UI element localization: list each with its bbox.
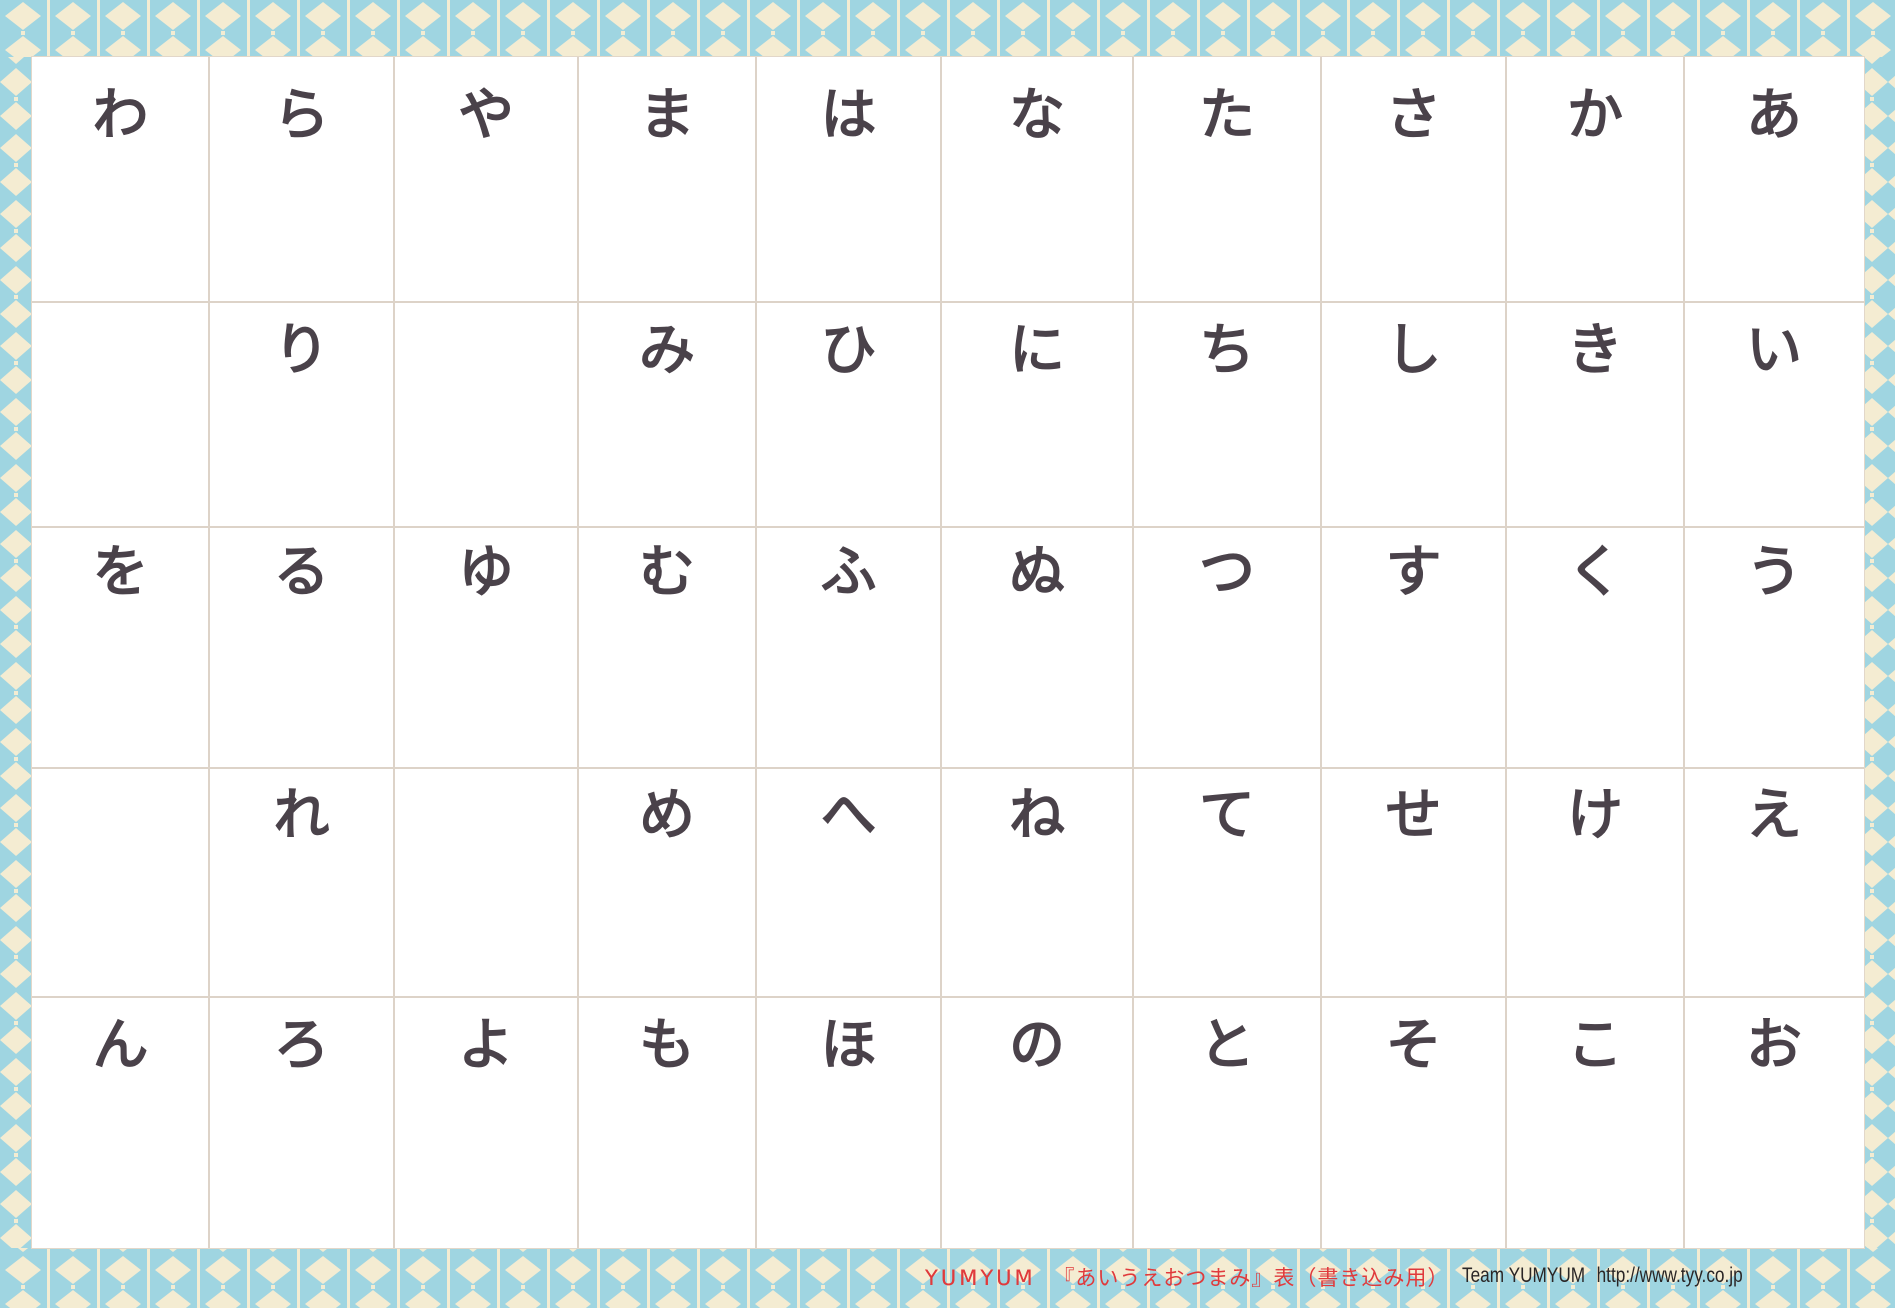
kana-character: お [1746, 1012, 1802, 1078]
kana-character: み [639, 317, 695, 383]
kana-character: に [1009, 317, 1065, 383]
kana-character: そ [1385, 1012, 1442, 1078]
kana-character: す [1385, 539, 1442, 605]
hiragana-chart-panel: わをん らりるれろ やゆよ まみむめも はひふへほ なにぬねの たちつてと さしすせそ かきくけ… [32, 57, 1864, 1248]
kana-character: よ [458, 1012, 514, 1078]
kana-character: ほ [820, 1012, 877, 1078]
chart-cell[interactable] [32, 768, 209, 997]
kana-character: ぬ [1009, 539, 1065, 605]
kana-character: り [273, 317, 330, 383]
kana-character: せ [1385, 782, 1442, 848]
kana-character: さ [1385, 82, 1442, 148]
kana-character: ゆ [458, 539, 514, 605]
chart-cell[interactable] [394, 302, 578, 527]
kana-character: て [1199, 782, 1255, 848]
kana-character: め [639, 782, 695, 848]
kana-character: も [639, 1012, 695, 1078]
kana-character: あ [1746, 82, 1802, 148]
chart-cell[interactable] [32, 302, 209, 527]
kana-character: や [458, 82, 514, 148]
kana-character: わ [92, 82, 149, 148]
kana-character: こ [1567, 1012, 1623, 1078]
kana-character: え [1746, 782, 1802, 848]
kana-character: ろ [273, 1012, 330, 1078]
website-link[interactable]: http://www.tyy.co.jp [1597, 1264, 1743, 1287]
kana-character: の [1009, 1012, 1065, 1078]
kana-character: た [1199, 82, 1255, 148]
kana-character: ら [273, 82, 330, 148]
kana-character: か [1567, 82, 1623, 148]
kana-character: と [1199, 1012, 1255, 1078]
kana-character: く [1567, 539, 1623, 605]
kana-character: ね [1009, 782, 1065, 848]
kana-character: ち [1199, 317, 1255, 383]
kana-character: む [639, 539, 695, 605]
kana-character: ひ [820, 317, 877, 383]
kana-character: は [820, 82, 877, 148]
kana-character: い [1746, 317, 1802, 383]
kana-character: な [1009, 82, 1065, 148]
kana-character: ふ [820, 539, 877, 605]
kana-character: し [1385, 317, 1442, 383]
chart-cell[interactable] [394, 768, 578, 997]
footer-credits: Team YUMYUM http://www.tyy.co.jp [1462, 1264, 1743, 1288]
brand-logo: YUMYUM [925, 1266, 1036, 1290]
kana-character: へ [820, 782, 877, 848]
kana-character: ま [639, 82, 695, 148]
kana-character: を [92, 539, 149, 605]
kana-character: う [1746, 539, 1802, 605]
kana-character: れ [273, 782, 330, 848]
kana-character: け [1567, 782, 1623, 848]
kana-character: る [273, 539, 330, 605]
kana-character: き [1567, 317, 1623, 383]
footer-title: YUMYUM 『あいうえおつまみ』表（書き込み用） [925, 1262, 1449, 1292]
chart-title: 『あいうえおつまみ』表（書き込み用） [1053, 1266, 1450, 1290]
team-name: Team YUMYUM [1462, 1264, 1586, 1287]
kana-character: つ [1199, 539, 1255, 605]
kana-character: ん [92, 1012, 149, 1078]
